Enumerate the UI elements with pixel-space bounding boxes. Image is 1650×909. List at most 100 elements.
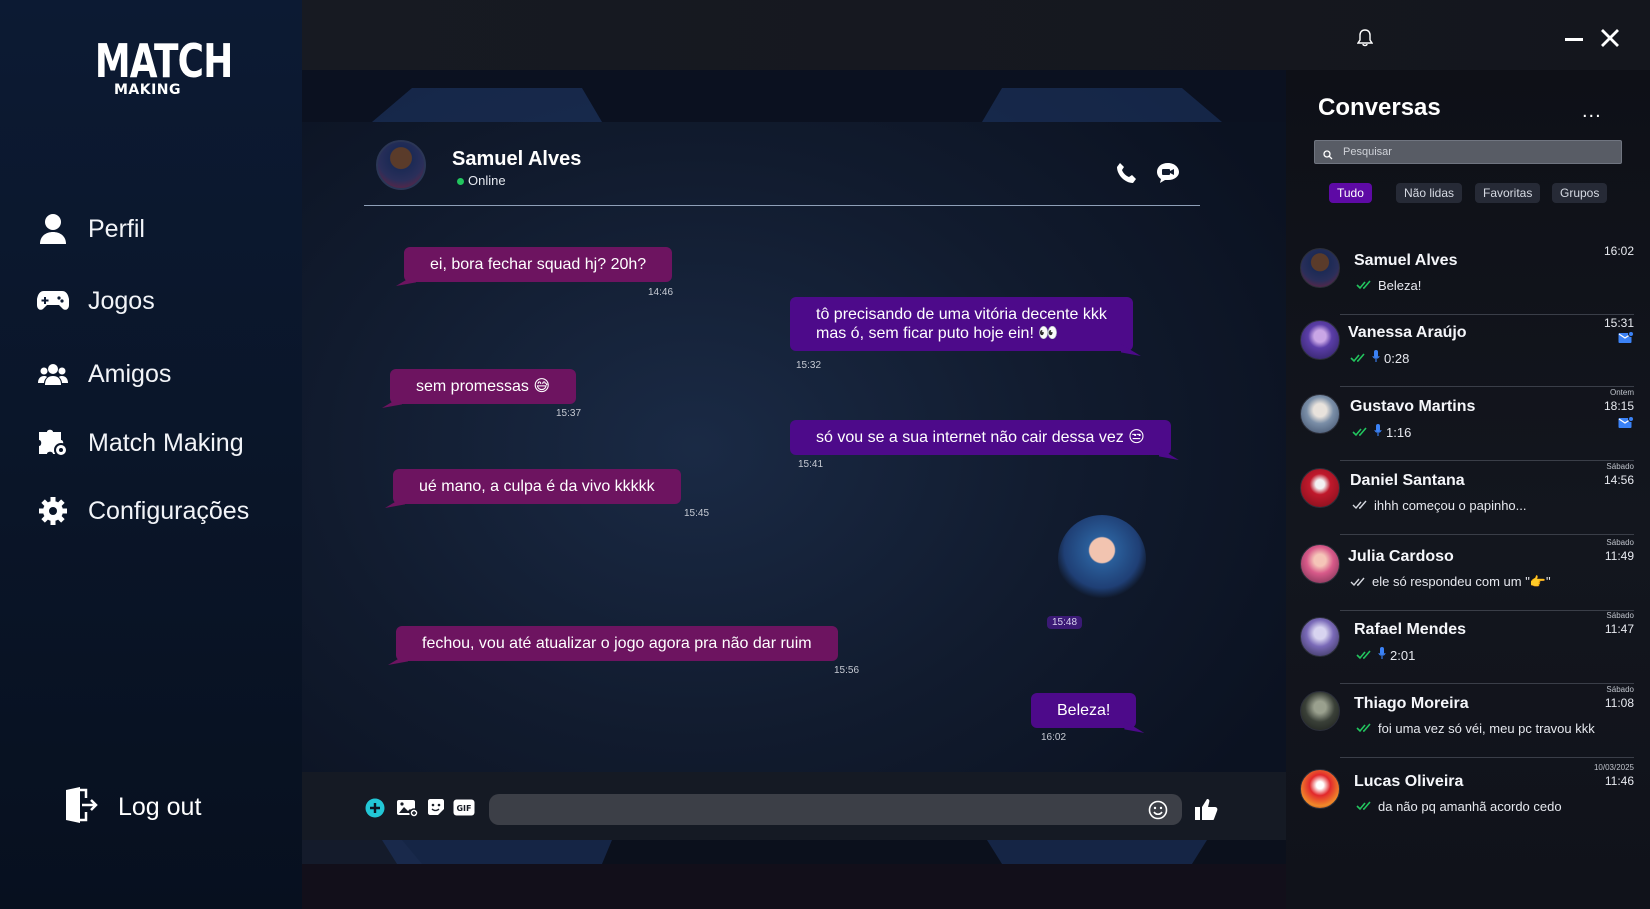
conversation-time: 11:47 [1604,622,1634,636]
gear-icon [36,494,70,528]
conversation-item[interactable]: Vanessa Araújo 0:28 15:31 [1300,314,1634,388]
sidebar-item-label: Amigos [88,359,172,388]
conversation-item[interactable]: Samuel Alves Beleza! 16:02 [1300,242,1634,316]
conversation-day: Sábado [1606,538,1634,547]
message-bubble-incoming: ei, bora fechar squad hj? 20h? [404,247,673,282]
conversation-preview-text: ihhh começou o papinho... [1374,498,1527,513]
sticker-image[interactable] [1058,515,1146,603]
sidebar-item-jogos[interactable]: Jogos [36,284,155,318]
avatar [1300,544,1340,584]
search-input[interactable] [1343,144,1613,160]
avatar [1300,248,1340,288]
puzzle-icon [36,426,70,460]
conversation-preview-text: 2:01 [1390,647,1416,663]
conversation-preview-text: 1:16 [1386,424,1412,440]
conversation-day: Sábado [1606,611,1634,620]
read-check-icon [1356,648,1372,663]
image-upload-icon[interactable] [396,798,419,823]
conversation-time: 16:02 [1603,244,1634,258]
sidebar-item-label: Perfil [88,214,145,243]
conversation-day: Sábado [1606,462,1634,471]
message-timestamp: 15:32 [796,360,822,371]
sidebar-item-match-making[interactable]: Match Making [36,426,244,460]
conversation-time: 11:08 [1604,696,1634,710]
conversation-divider [1340,683,1634,684]
conversation-item[interactable]: Gustavo Martins 1:16 Ontem 18:15 [1300,388,1634,462]
conversation-divider [1340,460,1634,461]
minimize-button[interactable] [1565,38,1583,41]
filter-nao-lidas[interactable]: Não lidas [1396,183,1463,203]
conversation-time: 11:49 [1604,549,1634,563]
conversation-preview: da não pq amanhã acordo cedo [1356,799,1562,814]
close-icon[interactable] [1600,28,1620,53]
logout-label: Log out [118,793,202,821]
sidebar-item-amigos[interactable]: Amigos [36,357,171,391]
gif-button[interactable]: GIF [453,799,475,821]
message-timestamp: 15:48 [1047,616,1083,629]
conversation-divider [1340,386,1634,387]
chat-header: Samuel Alves Online [364,140,1200,206]
conversation-name: Thiago Moreira [1354,695,1469,712]
conversation-item[interactable]: Lucas Oliveira da não pq amanhã acordo ce… [1300,763,1634,837]
conversation-item[interactable]: Julia Cardoso ele só respondeu com um "👉"… [1300,538,1634,612]
message-timestamp: 16:02 [1041,732,1067,743]
message-bubble-outgoing: Beleza! [1031,693,1137,728]
avatar[interactable] [376,140,426,190]
read-check-icon [1350,351,1366,366]
sidebar-item-configuracoes[interactable]: Configurações [36,494,249,528]
conversation-divider [1340,757,1634,758]
more-options-button[interactable]: ... [1582,101,1602,121]
phone-call-icon[interactable] [1116,162,1138,189]
avatar [1300,617,1340,657]
logo: MATCH MAKING [80,34,233,98]
decorative-bottom-frame [302,840,1286,909]
conversation-preview: 0:28 [1350,350,1409,366]
message-timestamp: 15:45 [684,508,710,519]
conversation-preview-text: ele só respondeu com um "👉" [1372,574,1551,589]
conversation-time: 18:15 [1603,399,1634,413]
contact-name: Samuel Alves [452,148,582,170]
conversation-item[interactable]: Rafael Mendes 2:01 Sábado 11:47 [1300,611,1634,685]
conversation-preview-text: 0:28 [1384,350,1410,366]
message-timestamp: 14:46 [648,287,674,298]
logo-top-text: MATCH [94,34,233,88]
message-input[interactable] [489,794,1182,825]
conversation-preview: foi uma vez só véi, meu pc travou kkk [1356,721,1595,736]
filter-favoritas[interactable]: Favoritas [1475,183,1541,203]
decorative-top-frame [302,70,1286,122]
user-icon [36,212,70,246]
avatar [1300,468,1340,508]
emoji-icon[interactable] [1148,800,1168,825]
message-timestamp: 15:37 [556,408,582,419]
online-status-dot [457,178,464,185]
add-icon[interactable] [365,798,385,823]
read-check-icon [1356,721,1372,736]
conversation-name: Vanessa Araújo [1348,324,1467,341]
conversation-name: Samuel Alves [1354,252,1458,269]
conversation-day: 10/03/2025 [1593,763,1634,772]
conversation-preview-text: Beleza! [1378,278,1422,293]
message-line: mas ó, sem ficar puto hoje ein! 👀 [816,325,1059,342]
read-check-icon [1356,278,1372,293]
avatar [1300,769,1340,809]
sticker-icon[interactable] [427,798,445,821]
filter-grupos[interactable]: Grupos [1552,183,1608,203]
unread-message-icon [1618,416,1634,434]
conversation-item[interactable]: Daniel Santana ihhh começou o papinho... S… [1300,462,1634,536]
sidebar: MATCH MAKING Perfil Jogos Amigos Match M… [0,0,302,909]
bell-icon[interactable] [1356,29,1374,52]
thumbs-up-icon[interactable] [1194,797,1218,826]
sidebar-item-label: Match Making [88,428,244,457]
conversation-name: Daniel Santana [1350,472,1465,489]
logout-button[interactable]: Log out [64,786,201,829]
sidebar-item-perfil[interactable]: Perfil [36,212,145,246]
conversation-item[interactable]: Thiago Moreira foi uma vez só véi, meu pc… [1300,685,1634,759]
conversation-divider [1340,534,1634,535]
conversation-day: Sábado [1606,685,1634,694]
video-chat-icon[interactable] [1156,162,1180,189]
users-icon [36,357,70,391]
message-bubble-outgoing: tô precisando de uma vitória decente kkk… [790,297,1133,351]
conversation-preview: 2:01 [1356,647,1415,663]
filter-tudo[interactable]: Tudo [1329,183,1372,203]
conversation-preview: ele só respondeu com um "👉" [1350,574,1551,590]
